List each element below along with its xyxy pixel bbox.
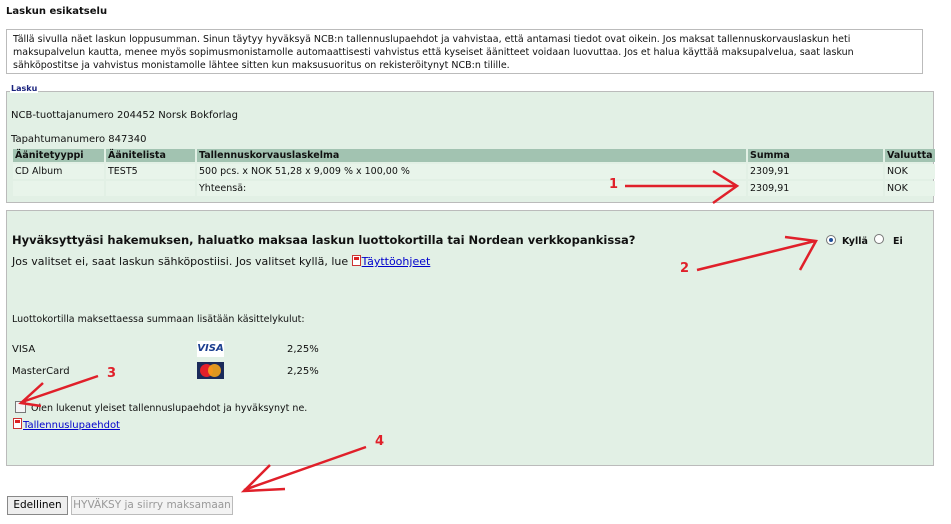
annotation-arrow-1 <box>625 169 740 205</box>
annotation-arrow-4 <box>240 445 367 493</box>
annotation-label-4: 4 <box>375 434 385 449</box>
annotation-arrow-3 <box>18 374 99 408</box>
annotation-overlay <box>18 169 818 493</box>
annotation-arrow-2 <box>696 235 818 272</box>
annotation-label-1: 1 <box>609 177 619 192</box>
annotation-label-3: 3 <box>107 366 117 381</box>
annotation-label-2: 2 <box>680 261 690 276</box>
